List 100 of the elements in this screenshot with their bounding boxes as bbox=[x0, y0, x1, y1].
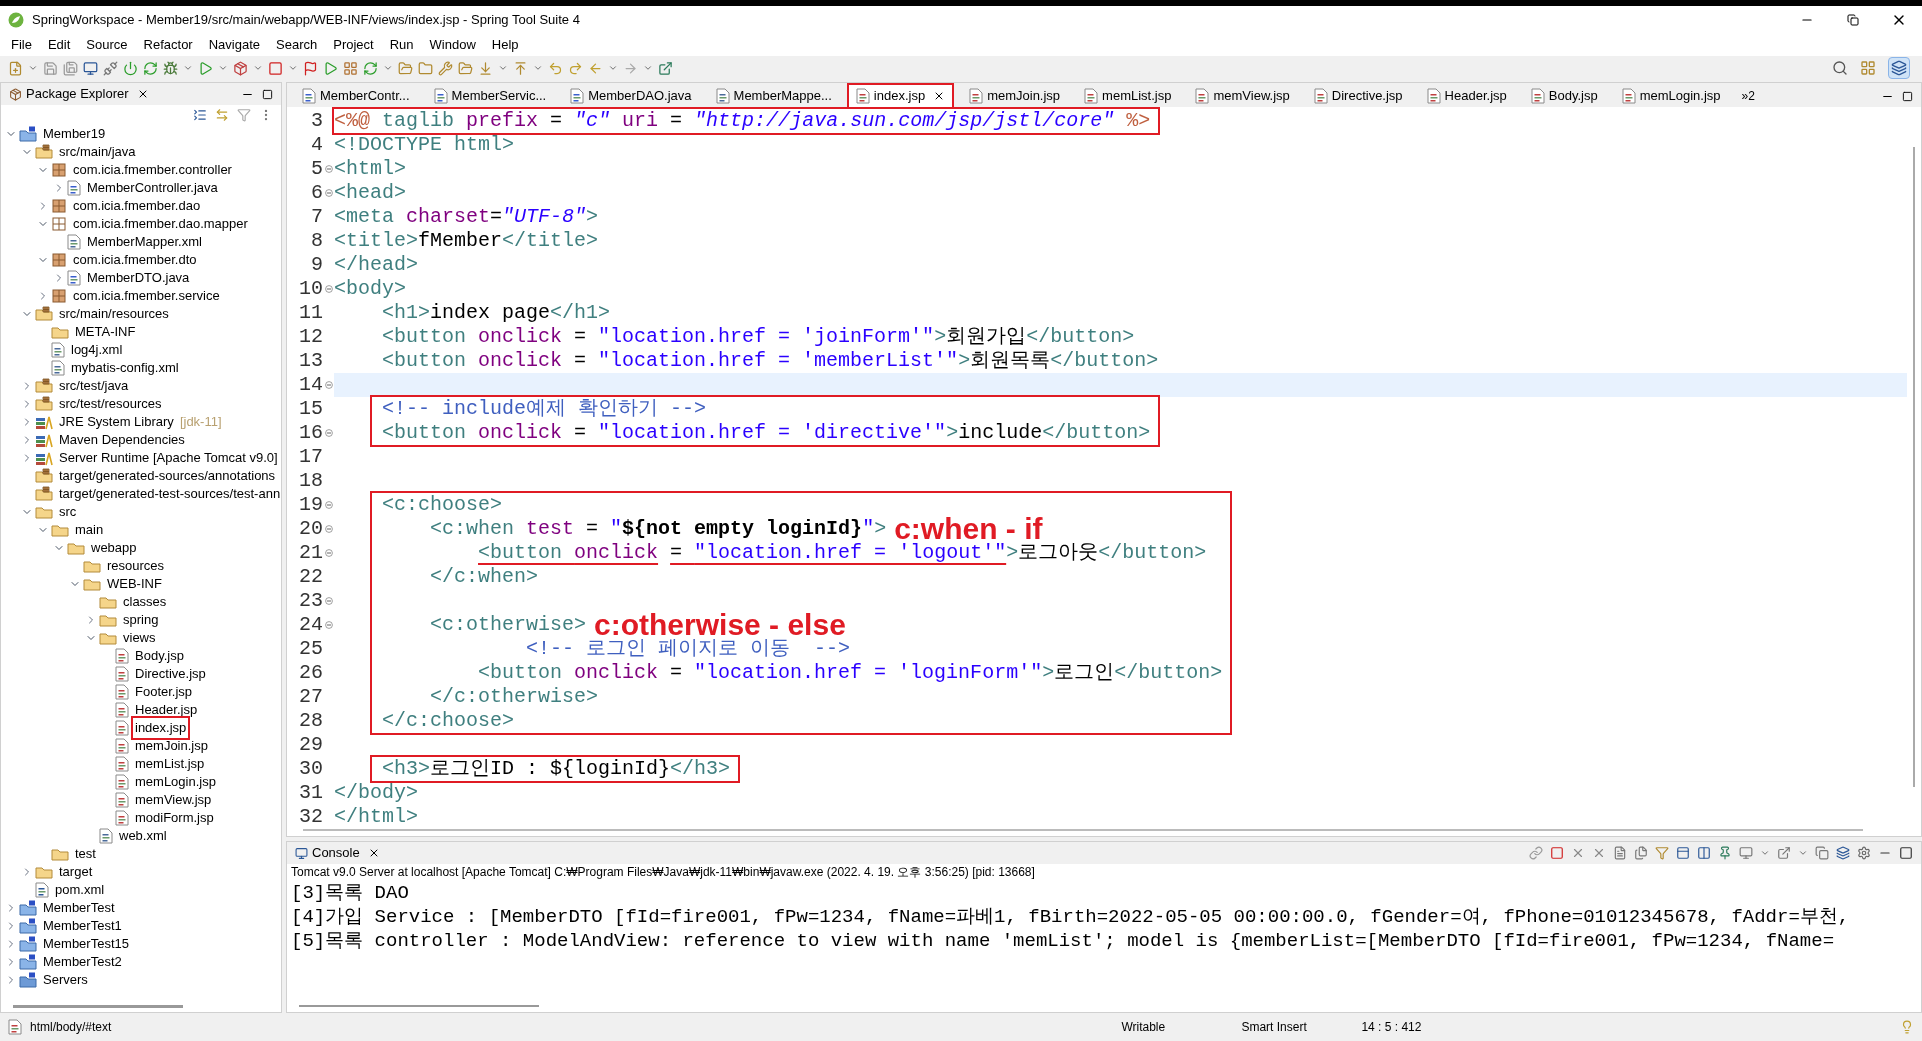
tree-item[interactable]: Header.jsp bbox=[133, 700, 200, 720]
tree-item[interactable]: MemberController.java bbox=[85, 178, 220, 198]
tree-item[interactable]: src/main/java bbox=[57, 142, 138, 162]
tree-item[interactable]: MemberTest bbox=[41, 898, 117, 918]
collapse-icon[interactable] bbox=[324, 189, 333, 197]
tree-item[interactable]: MemberTest2 bbox=[41, 952, 124, 972]
link-editor-icon[interactable] bbox=[215, 108, 229, 122]
tree-item[interactable]: MemberTest1 bbox=[41, 916, 124, 936]
tree-item[interactable]: main bbox=[73, 520, 106, 540]
scrollbar[interactable] bbox=[13, 1004, 183, 1008]
tree-item[interactable]: MemberTest15 bbox=[41, 934, 131, 954]
documents-icon[interactable] bbox=[1634, 846, 1648, 860]
tree-item[interactable]: Directive.jsp bbox=[133, 664, 208, 684]
menu-item[interactable]: Window bbox=[422, 35, 483, 55]
restore-icon[interactable] bbox=[1847, 14, 1859, 26]
tree-item[interactable]: classes bbox=[121, 592, 169, 612]
monitor-icon[interactable] bbox=[83, 60, 98, 76]
tree-item[interactable]: WEB-INF bbox=[105, 574, 164, 594]
editor-tab[interactable]: Directive.jsp bbox=[1306, 85, 1410, 107]
tree-item[interactable]: test bbox=[73, 844, 98, 864]
perspective-button[interactable] bbox=[1888, 57, 1910, 79]
tree-item[interactable]: com.icia.fmember.controller bbox=[71, 160, 234, 180]
tree-item[interactable]: memView.jsp bbox=[133, 790, 214, 810]
dropdown-icon[interactable] bbox=[28, 63, 38, 73]
editor-tab[interactable]: MemberMappe... bbox=[708, 85, 839, 107]
play-icon[interactable] bbox=[323, 60, 338, 76]
forward-icon[interactable] bbox=[568, 60, 583, 76]
tree-item[interactable]: META-INF bbox=[73, 322, 138, 342]
back-icon[interactable] bbox=[548, 60, 563, 76]
panel-icon[interactable] bbox=[1676, 846, 1690, 860]
tree-item[interactable]: com.icia.fmember.service bbox=[71, 286, 222, 306]
arrow-down-icon[interactable] bbox=[478, 60, 493, 76]
menu-item[interactable]: Source bbox=[79, 35, 135, 55]
tree-item[interactable]: Servers bbox=[41, 970, 90, 990]
tree-item[interactable]: memJoin.jsp bbox=[133, 736, 210, 756]
collapse-icon[interactable] bbox=[324, 621, 333, 629]
tree-item[interactable]: Maven Dependencies bbox=[57, 430, 187, 450]
wrench-icon[interactable] bbox=[438, 60, 453, 76]
dropdown-icon[interactable] bbox=[498, 63, 508, 73]
dropdown-icon[interactable] bbox=[383, 63, 393, 73]
collapse-icon[interactable] bbox=[324, 525, 333, 533]
tree-item[interactable]: mybatis-config.xml bbox=[69, 358, 181, 378]
tree-item[interactable]: modiForm.jsp bbox=[133, 808, 216, 828]
tree-item[interactable]: MemberDTO.java bbox=[85, 268, 192, 288]
plug-icon[interactable] bbox=[103, 60, 118, 76]
arrow-right-icon[interactable] bbox=[623, 60, 638, 76]
remove-icon[interactable] bbox=[1571, 846, 1585, 860]
tree-item[interactable]: src/main/resources bbox=[57, 304, 171, 324]
save-icon[interactable] bbox=[43, 60, 58, 76]
tree-item[interactable]: MemberMapper.xml bbox=[85, 232, 204, 252]
tree-item[interactable]: spring bbox=[121, 610, 161, 630]
document-icon[interactable] bbox=[1613, 846, 1627, 860]
scrollbar[interactable] bbox=[1913, 147, 1915, 787]
tree-item[interactable]: web.xml bbox=[117, 826, 169, 846]
refresh-icon[interactable] bbox=[363, 60, 378, 76]
dropdown-icon[interactable] bbox=[1798, 848, 1808, 858]
scrollbar[interactable] bbox=[303, 829, 1863, 831]
tree-item[interactable]: JRE System Library bbox=[57, 412, 176, 432]
dropdown-icon[interactable] bbox=[253, 63, 263, 73]
dropdown-icon[interactable] bbox=[533, 63, 543, 73]
collapse-icon[interactable] bbox=[324, 429, 333, 437]
arrow-left-icon[interactable] bbox=[588, 60, 603, 76]
tree-item[interactable]: views bbox=[121, 628, 158, 648]
filter-icon[interactable] bbox=[237, 108, 251, 122]
menu-item[interactable]: Edit bbox=[40, 35, 78, 55]
tree-item[interactable]: target/generated-sources/annotations bbox=[57, 466, 278, 486]
editor-tab[interactable]: MemberDAO.java bbox=[563, 85, 699, 107]
package-icon[interactable] bbox=[233, 60, 248, 76]
editor-tab[interactable]: Body.jsp bbox=[1523, 85, 1605, 107]
search-icon[interactable] bbox=[1832, 60, 1848, 76]
collapse-icon[interactable] bbox=[324, 165, 333, 173]
tree-item[interactable]: Footer.jsp bbox=[133, 682, 195, 702]
dropdown-icon[interactable] bbox=[218, 63, 228, 73]
external-link-icon[interactable] bbox=[658, 60, 673, 76]
editor-tab[interactable]: index.jsp bbox=[848, 85, 953, 107]
tree-item[interactable]: Body.jsp bbox=[133, 646, 186, 666]
perspective-icon[interactable] bbox=[1860, 60, 1876, 76]
tree-item[interactable]: src/test/java bbox=[57, 376, 131, 396]
stop-icon[interactable] bbox=[1550, 846, 1564, 860]
maximize-icon[interactable] bbox=[262, 88, 273, 100]
more-tabs-button[interactable]: »2 bbox=[1737, 85, 1759, 107]
save-all-icon[interactable] bbox=[63, 60, 78, 76]
tree-item[interactable]: memList.jsp bbox=[133, 754, 207, 774]
editor-tab[interactable]: Header.jsp bbox=[1419, 85, 1514, 107]
dropdown-icon[interactable] bbox=[288, 63, 298, 73]
console-tab[interactable]: Console bbox=[295, 843, 380, 863]
folder-icon[interactable] bbox=[398, 60, 413, 76]
run-icon[interactable] bbox=[198, 60, 213, 76]
menu-item[interactable]: Navigate bbox=[201, 35, 267, 55]
dropdown-icon[interactable] bbox=[1760, 848, 1770, 858]
collapse-icon[interactable] bbox=[324, 549, 333, 557]
editor-tab[interactable]: memView.jsp bbox=[1188, 85, 1297, 107]
tree-item[interactable]: webapp bbox=[89, 538, 139, 558]
tree-item[interactable]: memLogin.jsp bbox=[133, 772, 218, 792]
editor-tab[interactable]: MemberServic... bbox=[426, 85, 554, 107]
collapse-icon[interactable] bbox=[324, 285, 333, 293]
tree-item[interactable]: pom.xml bbox=[53, 880, 107, 900]
dropdown-icon[interactable] bbox=[608, 63, 618, 73]
external-link-icon[interactable] bbox=[1777, 846, 1791, 860]
link-icon[interactable] bbox=[1529, 846, 1543, 860]
